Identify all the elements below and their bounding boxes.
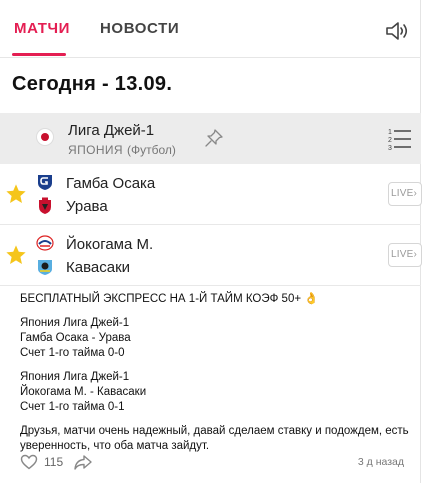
kawasaki-logo-icon (36, 258, 54, 276)
match-row[interactable]: Гамба Осака Урава LIVE› (0, 165, 422, 225)
active-tab-indicator (12, 53, 66, 56)
pin-icon[interactable] (204, 128, 224, 148)
live-button[interactable]: LIVE› (388, 182, 422, 206)
svg-text:1: 1 (388, 129, 392, 136)
post-match-block: Япония Лига Джей-1 Гамба Осака - Урава С… (20, 316, 412, 361)
tab-news[interactable]: НОВОСТИ (100, 20, 179, 37)
block-league: Япония Лига Джей-1 (20, 371, 130, 383)
sport-name: (Футбол) (126, 143, 176, 157)
svg-text:3: 3 (388, 145, 392, 152)
chevron-right-icon: › (413, 249, 418, 260)
live-button[interactable]: LIVE› (388, 243, 422, 267)
block-match: Йокогама М. - Кавасаки (20, 386, 147, 398)
tab-matches[interactable]: МАТЧИ (14, 20, 70, 37)
league-header[interactable]: Лига Джей-1 ЯПОНИЯ (Футбол) 1 2 3 (0, 113, 421, 164)
speaker-icon[interactable] (384, 20, 410, 42)
star-icon[interactable] (5, 183, 27, 205)
block-score: Счет 1-го тайма 0-0 (20, 347, 125, 359)
match-row[interactable]: Йокогама М. Кавасаки LIVE› (0, 226, 422, 286)
block-league: Япония Лига Джей-1 (20, 317, 130, 329)
like-count: 115 (44, 455, 64, 469)
post-time: 3 д назад (357, 456, 404, 468)
japan-flag-icon (36, 128, 54, 146)
block-score: Счет 1-го тайма 0-1 (20, 401, 125, 413)
country-name: ЯПОНИЯ (68, 143, 123, 157)
away-team-name: Урава (66, 198, 108, 215)
share-icon[interactable] (74, 454, 92, 470)
heart-icon[interactable] (20, 454, 38, 470)
post-footer: 115 3 д назад (20, 452, 412, 474)
star-icon[interactable] (5, 244, 27, 266)
post-match-block: Япония Лига Джей-1 Йокогама М. - Кавасак… (20, 370, 412, 415)
urawa-logo-icon (36, 197, 54, 215)
post-body: БЕСПЛАТНЫЙ ЭКСПРЕСС НА 1-Й ТАЙМ КОЭФ 50+… (20, 292, 412, 454)
svg-text:2: 2 (388, 137, 392, 144)
post-headline: БЕСПЛАТНЫЙ ЭКСПРЕСС НА 1-Й ТАЙМ КОЭФ 50+… (20, 293, 319, 305)
block-match: Гамба Осака - Урава (20, 332, 131, 344)
league-country: ЯПОНИЯ (Футбол) (68, 143, 176, 157)
standings-icon[interactable]: 1 2 3 (388, 126, 412, 152)
away-team-name: Кавасаки (66, 259, 131, 276)
top-tabs: МАТЧИ НОВОСТИ (0, 0, 421, 58)
yokohama-logo-icon (36, 234, 54, 252)
post-comment: Друзья, матчи очень надежный, давай сдел… (20, 425, 409, 452)
chevron-right-icon: › (413, 188, 418, 199)
live-label: LIVE (391, 188, 414, 199)
app-frame: МАТЧИ НОВОСТИ Сегодня - 13.09. Лига Джей… (0, 0, 422, 483)
live-label: LIVE (391, 249, 414, 260)
league-name: Лига Джей-1 (68, 122, 155, 139)
date-title: Сегодня - 13.09. (12, 73, 173, 95)
gamba-osaka-logo-icon (36, 173, 54, 191)
home-team-name: Гамба Осака (66, 175, 156, 192)
home-team-name: Йокогама М. (66, 236, 154, 253)
